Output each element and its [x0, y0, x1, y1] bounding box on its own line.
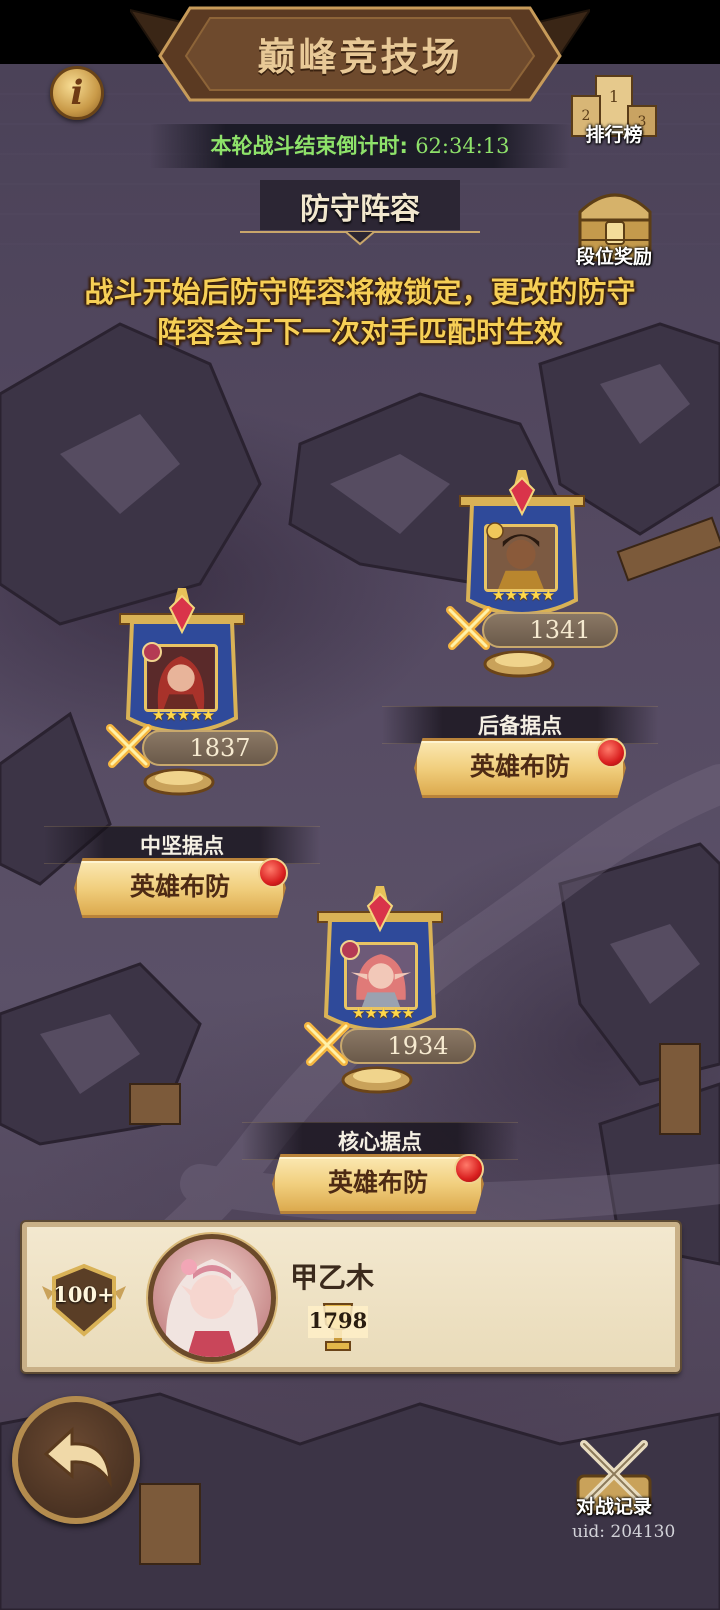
stronghold-power: 1934	[340, 1028, 476, 1064]
svg-text:1: 1	[609, 87, 619, 106]
deploy-heroes-button-core[interactable]: 英雄布防	[272, 1154, 484, 1214]
hero-stars: ★★★★★	[351, 1004, 415, 1022]
hero-stars: ★★★★★	[491, 586, 555, 604]
faction-icon	[340, 940, 360, 960]
player-avatar[interactable]	[148, 1234, 276, 1362]
stronghold-power: 1837	[142, 730, 278, 766]
notice-line-2: 阵容会于下一次对手匹配时生效	[156, 315, 563, 349]
banner-base	[483, 650, 555, 678]
notification-dot	[454, 1154, 484, 1184]
banner-base	[341, 1066, 413, 1094]
battle-record-label[interactable]: 对战记录	[554, 1492, 674, 1519]
back-button[interactable]	[12, 1396, 140, 1524]
defense-notice: 战斗开始后防守阵容将被锁定，更改的防守 阵容会于下一次对手匹配时生效	[8, 272, 712, 352]
page-title: 巅峰竞技场	[257, 35, 463, 79]
notification-dot	[258, 858, 288, 888]
hero-stars: ★★★★★	[151, 706, 215, 724]
player-level: 100+	[53, 1282, 115, 1307]
ranking-button-label[interactable]: 排行榜	[554, 120, 674, 147]
banner-base	[143, 768, 215, 796]
countdown-label: 本轮战斗结束倒计时:	[210, 134, 416, 158]
player-name: 甲乙木	[290, 1261, 375, 1294]
countdown-value: 62:34:13	[415, 134, 510, 158]
stronghold-power: 1341	[482, 612, 618, 648]
deploy-heroes-button-middle[interactable]: 英雄布防	[74, 858, 286, 918]
user-id: uid: 204130	[572, 1522, 676, 1542]
podium-icon[interactable]: 1 2 3	[566, 66, 662, 166]
arena-score: 1798	[308, 1306, 368, 1338]
countdown-timer: 本轮战斗结束倒计时: 62:34:13	[150, 124, 570, 168]
faction-icon	[142, 642, 162, 662]
back-arrow-icon	[43, 1426, 112, 1488]
rank-reward-button-label[interactable]: 段位奖励	[554, 242, 674, 269]
notice-line-1: 战斗开始后防守阵容将被锁定，更改的防守	[84, 275, 636, 309]
deploy-heroes-button-reserve[interactable]: 英雄布防	[414, 738, 626, 798]
avatar-image	[165, 1259, 259, 1357]
info-button[interactable]: i	[50, 66, 104, 120]
faction-icon	[486, 522, 504, 540]
defense-title: 防守阵容	[300, 192, 420, 227]
notification-dot	[596, 738, 626, 768]
